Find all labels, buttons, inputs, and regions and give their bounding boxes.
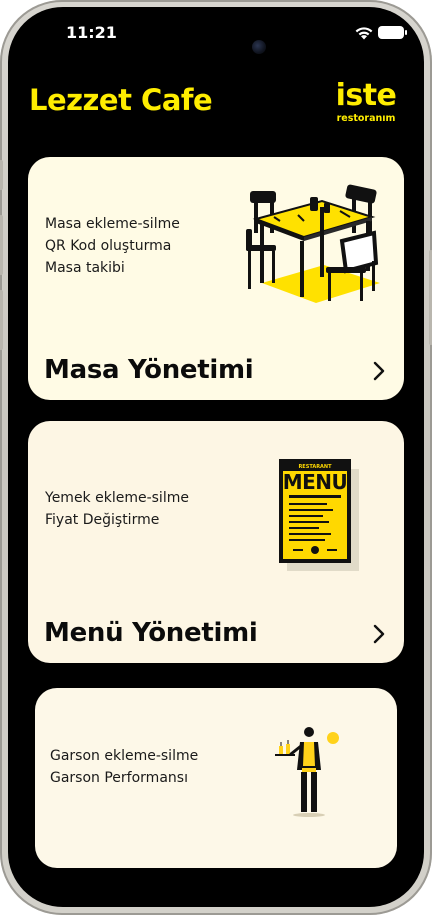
feature-item: Fiyat Değiştirme (45, 512, 160, 528)
phone-frame: 11:21 Lezzet Cafe iste restoranım Masa e… (0, 0, 432, 915)
chevron-right-icon[interactable] (372, 624, 386, 644)
logo-main-text: iste (335, 78, 397, 113)
feature-item: Masa ekleme-silme (45, 216, 180, 232)
app-title: Lezzet Cafe (29, 83, 213, 117)
table-management-card[interactable]: Masa ekleme-silme QR Kod oluşturma Masa … (28, 157, 404, 400)
menu-management-card[interactable]: Yemek ekleme-silme Fiyat Değiştirme REST… (28, 421, 404, 663)
chevron-right-icon[interactable] (372, 361, 386, 381)
front-camera (252, 40, 266, 54)
feature-item: Yemek ekleme-silme (45, 490, 189, 506)
wifi-icon (355, 27, 373, 40)
screen: 11:21 Lezzet Cafe iste restoranım Masa e… (8, 7, 424, 907)
feature-list: Yemek ekleme-silme Fiyat Değiştirme (45, 487, 189, 531)
feature-list: Masa ekleme-silme QR Kod oluşturma Masa … (45, 213, 180, 279)
menu-board-icon: RESTARANT MENU (279, 459, 359, 571)
status-time: 11:21 (66, 23, 117, 42)
logo-sub-text: restoranım (336, 113, 396, 124)
card-title: Masa Yönetimi (44, 355, 254, 385)
action-button (0, 160, 3, 190)
card-title: Menü Yönetimi (44, 618, 258, 648)
status-bar: 11:21 (8, 7, 424, 59)
volume-up-button (0, 215, 3, 275)
volume-down-button (0, 290, 3, 350)
table-chairs-icon (246, 184, 380, 303)
waiter-icon (275, 727, 339, 817)
waiter-management-card[interactable]: Garson ekleme-silme Garson Performansı (35, 688, 397, 868)
feature-item: QR Kod oluşturma (45, 238, 172, 254)
menu-board-title: MENU (282, 470, 348, 494)
brand-logo: iste restoranım (326, 79, 406, 125)
feature-item: Garson ekleme-silme (50, 748, 199, 764)
feature-item: Garson Performansı (50, 770, 188, 786)
feature-item: Masa takibi (45, 260, 125, 276)
battery-icon (378, 26, 407, 39)
feature-list: Garson ekleme-silme Garson Performansı (50, 745, 198, 789)
